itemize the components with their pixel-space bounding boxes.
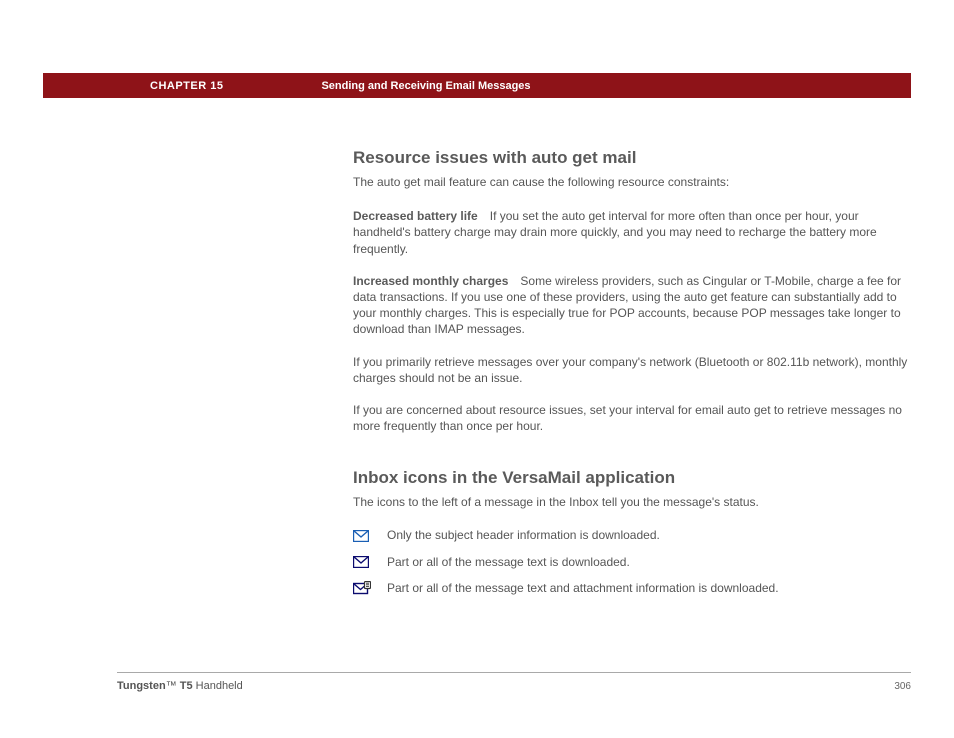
paragraph-company-network: If you primarily retrieve messages over … xyxy=(353,354,913,386)
footer-model: T5 xyxy=(177,680,193,692)
icon-row-text: Part or all of the message text and atta… xyxy=(387,581,779,595)
footer-brand: Tungsten xyxy=(117,680,166,692)
run-in-decreased-battery: Decreased battery life xyxy=(353,209,478,223)
icon-row: Part or all of the message text is downl… xyxy=(353,555,913,569)
icon-row: Part or all of the message text and atta… xyxy=(353,581,913,595)
footer: Tungsten™ T5 Handheld 306 xyxy=(117,680,911,692)
envelope-blue-icon xyxy=(353,555,371,569)
section-title-inbox-icons: Inbox icons in the VersaMail application xyxy=(353,468,913,488)
page: CHAPTER 15 Sending and Receiving Email M… xyxy=(0,0,954,738)
paragraph-decreased-battery: Decreased battery lifeIf you set the aut… xyxy=(353,208,913,257)
paragraph-recommended-interval: If you are concerned about resource issu… xyxy=(353,402,913,434)
section-title-resource-issues: Resource issues with auto get mail xyxy=(353,148,913,168)
footer-product: Tungsten™ T5 Handheld xyxy=(117,680,243,692)
section-lead: The auto get mail feature can cause the … xyxy=(353,174,913,190)
footer-rule xyxy=(117,672,911,673)
icon-row-text: Only the subject header information is d… xyxy=(387,528,660,542)
icon-list: Only the subject header information is d… xyxy=(353,528,913,595)
section-inbox-icons: Inbox icons in the VersaMail application… xyxy=(353,468,913,595)
footer-tm: ™ xyxy=(166,680,177,692)
chapter-section-title: Sending and Receiving Email Messages xyxy=(321,80,530,92)
icon-row: Only the subject header information is d… xyxy=(353,528,913,542)
run-in-increased-charges: Increased monthly charges xyxy=(353,274,508,288)
chapter-label: CHAPTER 15 xyxy=(150,80,223,92)
envelope-open-blue-icon xyxy=(353,529,371,543)
content-column: Resource issues with auto get mail The a… xyxy=(353,148,913,608)
section-lead-inbox: The icons to the left of a message in th… xyxy=(353,494,913,510)
envelope-attachment-icon xyxy=(353,581,371,595)
paragraph-increased-charges: Increased monthly chargesSome wireless p… xyxy=(353,273,913,338)
icon-row-text: Part or all of the message text is downl… xyxy=(387,555,630,569)
footer-suffix: Handheld xyxy=(193,680,243,692)
chapter-header-band: CHAPTER 15 Sending and Receiving Email M… xyxy=(43,73,911,98)
footer-page-number: 306 xyxy=(894,681,911,692)
